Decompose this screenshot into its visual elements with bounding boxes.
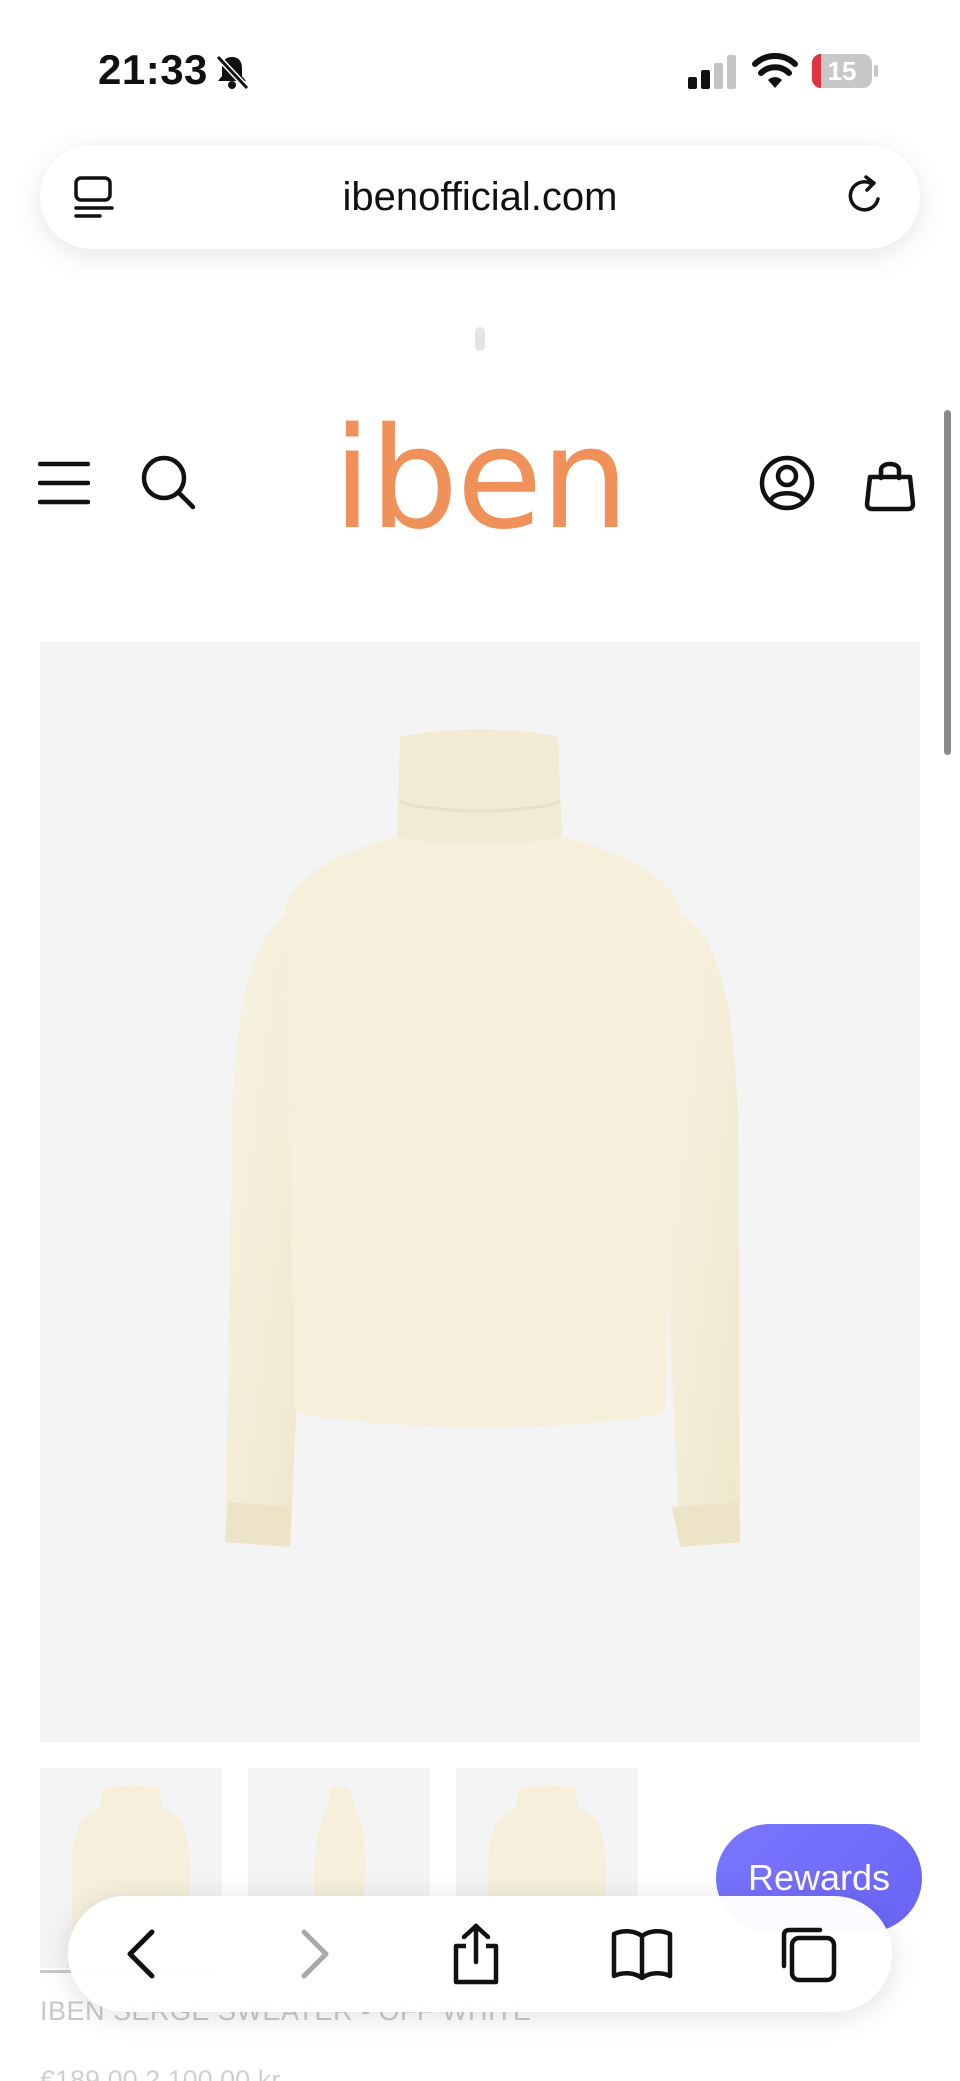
battery-level: 15 bbox=[827, 56, 857, 86]
bookmarks-icon[interactable] bbox=[610, 1922, 674, 1986]
tabs-overview-icon[interactable] bbox=[776, 1922, 840, 1986]
account-icon[interactable] bbox=[758, 454, 816, 512]
bell-slash-icon bbox=[215, 54, 250, 91]
address-bar[interactable]: ibenofficial.com bbox=[40, 145, 920, 249]
site-logo[interactable]: iben bbox=[330, 410, 630, 550]
reload-icon[interactable] bbox=[842, 173, 888, 219]
browser-toolbar bbox=[68, 1896, 892, 2012]
cart-icon[interactable] bbox=[862, 456, 918, 512]
wifi-icon bbox=[752, 53, 798, 88]
status-bar: 21:33 15 bbox=[0, 0, 960, 130]
forward-icon[interactable] bbox=[280, 1922, 344, 1986]
sweater-illustration bbox=[225, 729, 740, 1547]
back-icon[interactable] bbox=[112, 1922, 176, 1986]
page-scrollbar[interactable] bbox=[944, 410, 951, 755]
cellular-signal-icon bbox=[688, 55, 736, 89]
product-main-image[interactable] bbox=[40, 642, 920, 1742]
battery-icon: 15 bbox=[812, 54, 878, 88]
address-url[interactable]: ibenofficial.com bbox=[40, 175, 920, 220]
share-icon[interactable] bbox=[444, 1922, 508, 1986]
pull-to-refresh-indicator bbox=[475, 327, 485, 351]
menu-icon[interactable] bbox=[38, 458, 90, 508]
search-icon[interactable] bbox=[138, 452, 198, 512]
status-time: 21:33 bbox=[98, 46, 208, 93]
product-price: €189,00 2.100,00 kr bbox=[40, 2065, 281, 2081]
